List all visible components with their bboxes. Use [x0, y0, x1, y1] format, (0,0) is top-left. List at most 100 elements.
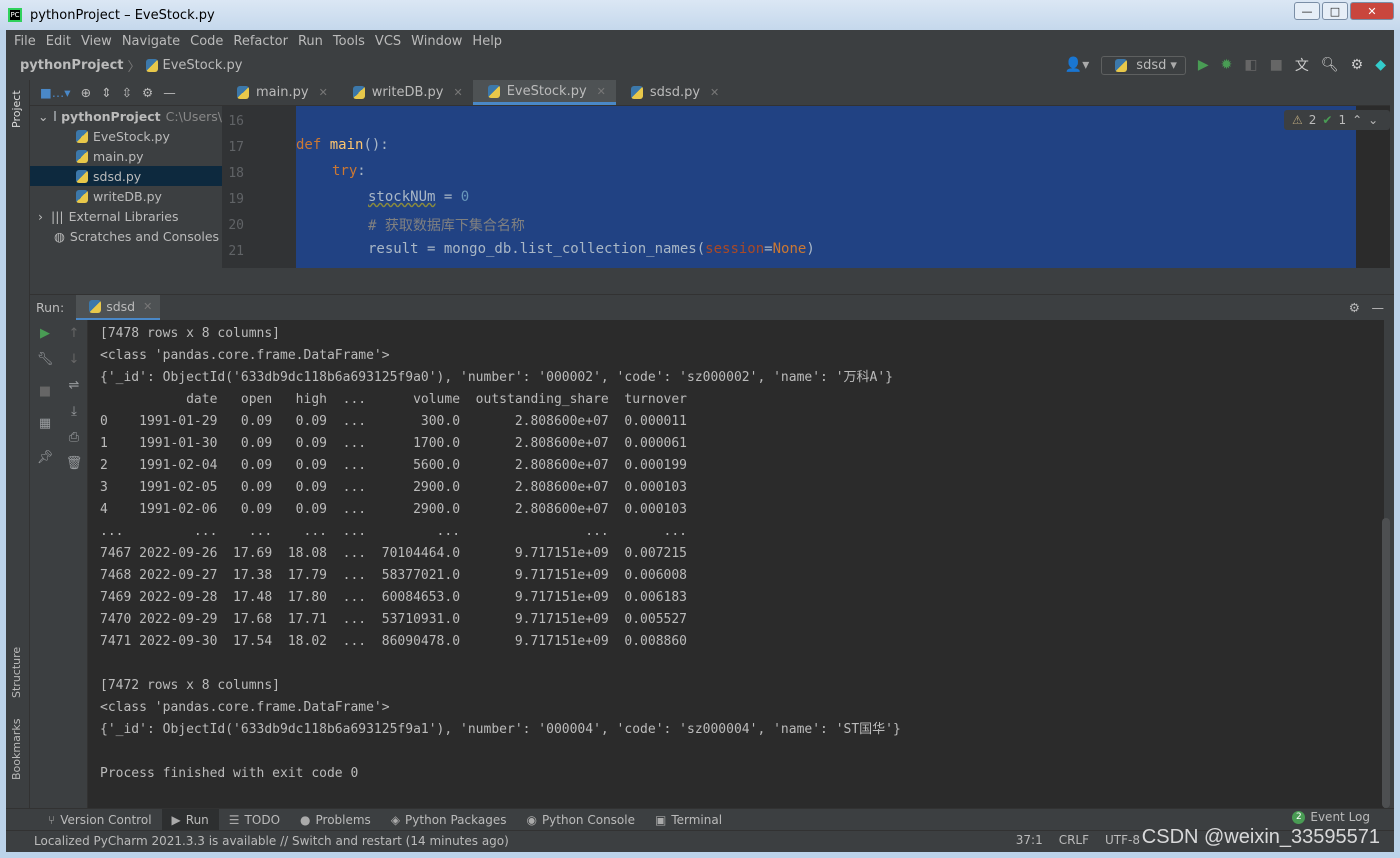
console-output[interactable]: [7478 rows x 8 columns] <class 'pandas.co…	[88, 320, 1384, 808]
up-icon[interactable]: ↑	[60, 326, 88, 341]
close-tab-icon[interactable]: ✕	[319, 86, 328, 99]
hide-icon[interactable]: —	[1372, 300, 1385, 315]
console-line: 7469 2022-09-28 17.48 17.80 ... 60084653…	[100, 590, 687, 605]
menu-help[interactable]: Help	[472, 34, 502, 49]
rerun-icon[interactable]: ▶	[30, 326, 60, 341]
project-tree: ⌄ pythonProject C:\Users\ EveStock.py main…	[30, 106, 222, 292]
tab-writedb[interactable]: writeDB.py ✕	[338, 80, 473, 105]
tree-external-libraries[interactable]: › ||| External Libraries	[30, 206, 222, 226]
tree-file[interactable]: EveStock.py	[30, 126, 222, 146]
tool-tab-problems[interactable]: ● Problems	[290, 809, 381, 831]
print-icon[interactable]: ⎙	[60, 430, 88, 445]
stop-icon[interactable]: ■	[30, 384, 60, 399]
menu-view[interactable]: View	[81, 34, 112, 49]
line-separator[interactable]: CRLF	[1059, 833, 1089, 847]
hide-icon[interactable]: —	[163, 85, 176, 100]
maximize-button[interactable]: □	[1322, 2, 1348, 20]
project-tool-button[interactable]: Project	[10, 90, 23, 128]
menu-refactor[interactable]: Refactor	[233, 34, 288, 49]
code-line-17: def main():	[296, 137, 389, 153]
tree-file[interactable]: writeDB.py	[30, 186, 222, 206]
tool-tab-terminal[interactable]: ▣ Terminal	[645, 809, 732, 831]
tree-scratches[interactable]: ◍ Scratches and Consoles	[30, 226, 222, 246]
breadcrumb-project[interactable]: pythonProject	[20, 58, 124, 73]
console-line: 3 1991-02-05 0.09 0.09 ... 2900.0 2.8086…	[100, 480, 687, 495]
scroll-to-end-icon[interactable]: ⤓	[60, 404, 88, 419]
trash-icon[interactable]: 🗑︎	[60, 456, 88, 471]
line-gutter: 16 17 18 19 20 21	[222, 106, 296, 268]
event-count-badge: 2	[1292, 810, 1306, 824]
layout-icon[interactable]: ▦	[30, 416, 60, 431]
pycharm-logo: PC	[8, 8, 22, 22]
coverage-icon[interactable]: ◧	[1244, 57, 1257, 73]
typo-check-icon: ✔	[1322, 113, 1333, 127]
soft-wrap-icon[interactable]: ⇌	[60, 378, 88, 393]
wrench-icon[interactable]: 🔧︎	[30, 352, 60, 367]
inspections-widget[interactable]: ⚠ 2 ✔ 1 ⌃ ⌄	[1284, 110, 1390, 130]
console-line: 2 1991-02-04 0.09 0.09 ... 5600.0 2.8086…	[100, 458, 687, 473]
menu-edit[interactable]: Edit	[46, 34, 71, 49]
tab-evestock[interactable]: EveStock.py ✕	[472, 80, 616, 105]
project-view-select[interactable]: ■…▾	[40, 85, 71, 100]
bookmarks-tool-button[interactable]: Bookmarks	[10, 719, 23, 780]
tab-main[interactable]: main.py ✕	[222, 80, 338, 105]
translate-icon[interactable]: 文	[1295, 55, 1309, 75]
locate-icon[interactable]: ⊕	[81, 85, 91, 100]
gear-icon[interactable]: ⚙	[1349, 300, 1360, 315]
tool-tab-todo[interactable]: ☰ TODO	[219, 809, 290, 831]
search-icon[interactable]: 🔍︎	[1321, 57, 1339, 73]
tool-tab-icon: ▣	[654, 812, 667, 827]
menu-code[interactable]: Code	[190, 34, 223, 49]
run-tab-sdsd[interactable]: sdsd ✕	[76, 294, 161, 321]
console-line: <class 'pandas.core.frame.DataFrame'>	[100, 348, 390, 363]
menu-vcs[interactable]: VCS	[375, 34, 401, 49]
tool-tab-python-packages[interactable]: ◈ Python Packages	[381, 809, 517, 831]
close-tab-icon[interactable]: ✕	[453, 86, 462, 99]
menu-tools[interactable]: Tools	[333, 34, 365, 49]
close-button[interactable]: ✕	[1350, 2, 1394, 20]
structure-tool-button[interactable]: Structure	[10, 647, 23, 698]
tool-tab-run[interactable]: ▶ Run	[161, 808, 219, 831]
toolbox-icon[interactable]: ◆	[1375, 57, 1386, 73]
gear-icon[interactable]: ⚙	[1351, 57, 1364, 73]
expand-all-icon[interactable]: ⇕	[101, 85, 111, 100]
run-icon[interactable]: ▶	[1198, 57, 1209, 73]
stop-icon[interactable]: ■	[1270, 57, 1283, 73]
tree-file-selected[interactable]: sdsd.py	[30, 166, 222, 186]
breadcrumb-file[interactable]: EveStock.py	[163, 58, 243, 73]
console-scrollbar[interactable]	[1382, 518, 1390, 808]
horizontal-scroll-area	[222, 268, 1394, 294]
python-file-icon	[145, 58, 158, 72]
code-line-19: stockNUm = 0	[368, 189, 470, 205]
gear-icon[interactable]: ⚙	[142, 85, 153, 100]
menu-navigate[interactable]: Navigate	[122, 34, 180, 49]
menu-file[interactable]: File	[14, 34, 36, 49]
tab-sdsd[interactable]: sdsd.py ✕	[616, 80, 729, 105]
tool-tab-version-control[interactable]: ⑂ Version Control	[38, 809, 162, 831]
menu-run[interactable]: Run	[298, 34, 323, 49]
tool-tab-icon: ⑂	[48, 812, 56, 827]
console-line: 7471 2022-09-30 17.54 18.02 ... 86090478…	[100, 634, 687, 649]
warning-icon: ⚠	[1292, 113, 1303, 127]
pin-icon[interactable]: 📌︎	[30, 450, 60, 465]
minimize-button[interactable]: —	[1294, 2, 1320, 20]
user-icon[interactable]: 👤▾	[1065, 57, 1089, 73]
down-icon[interactable]: ↓	[60, 352, 88, 367]
tree-root[interactable]: ⌄ pythonProject C:\Users\	[30, 106, 222, 126]
status-message[interactable]: Localized PyCharm 2021.3.3 is available …	[34, 834, 509, 848]
close-tab-icon[interactable]: ✕	[597, 85, 606, 98]
next-highlight-icon[interactable]: ⌄	[1368, 113, 1378, 127]
run-config-select[interactable]: sdsd ▾	[1101, 55, 1186, 75]
event-log-button[interactable]: 2 Event Log	[1292, 810, 1370, 824]
debug-icon[interactable]: ✹	[1221, 57, 1233, 73]
prev-highlight-icon[interactable]: ⌃	[1352, 113, 1362, 127]
collapse-all-icon[interactable]: ⇳	[122, 85, 132, 100]
tree-file[interactable]: main.py	[30, 146, 222, 166]
python-file-icon	[487, 84, 500, 98]
close-tab-icon[interactable]: ✕	[710, 86, 719, 99]
tool-tab-icon: ◉	[526, 812, 537, 827]
tool-tab-python-console[interactable]: ◉ Python Console	[516, 809, 645, 831]
caret-position[interactable]: 37:1	[1016, 833, 1043, 847]
file-encoding[interactable]: UTF-8	[1105, 833, 1140, 847]
menu-window[interactable]: Window	[411, 34, 462, 49]
